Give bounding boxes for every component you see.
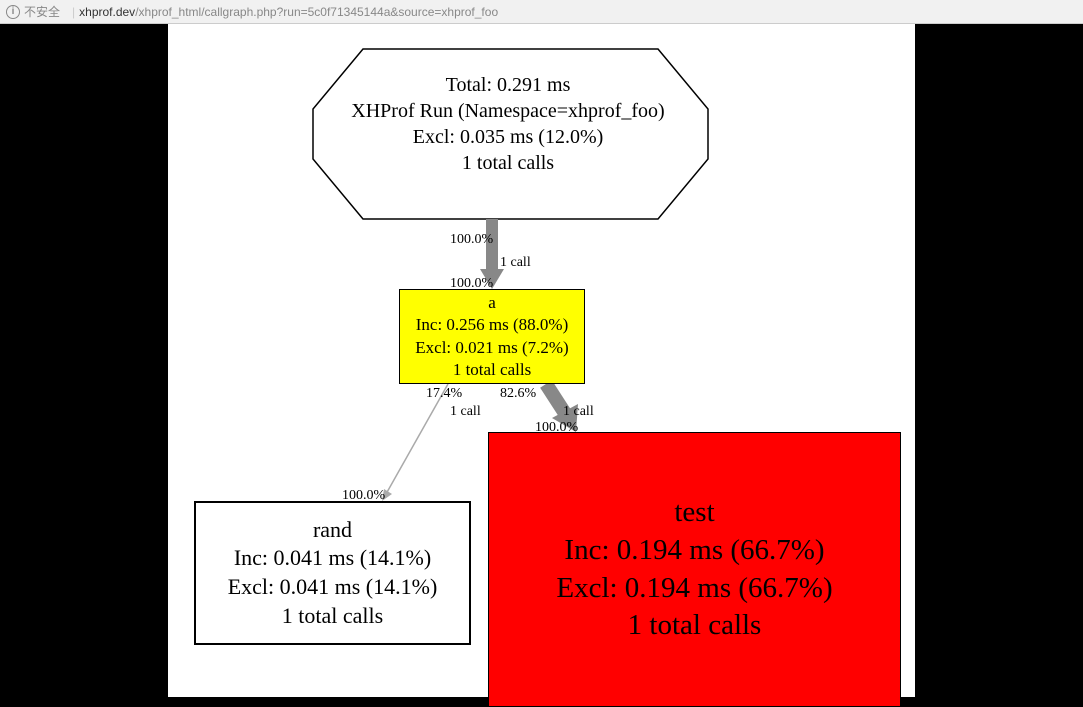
- node-test-inc: Inc: 0.194 ms (66.7%): [489, 532, 900, 570]
- callgraph-canvas: Total: 0.291 ms XHProf Run (Namespace=xh…: [168, 24, 915, 697]
- node-rand-name: rand: [196, 516, 469, 545]
- node-a[interactable]: a Inc: 0.256 ms (88.0%) Excl: 0.021 ms (…: [399, 289, 585, 384]
- root-calls: 1 total calls: [318, 150, 698, 176]
- node-test-name: test: [489, 494, 900, 532]
- security-text: 不安全: [24, 3, 60, 20]
- url-bar[interactable]: xhprof.dev/xhprof_html/callgraph.php?run…: [79, 5, 1077, 19]
- root-total: Total: 0.291 ms: [318, 72, 698, 98]
- edge-a-rand-call: 1 call: [450, 404, 481, 420]
- node-test[interactable]: test Inc: 0.194 ms (66.7%) Excl: 0.194 m…: [488, 432, 901, 707]
- security-badge: i 不安全: [6, 3, 60, 20]
- root-excl: Excl: 0.035 ms (12.0%): [318, 124, 698, 150]
- info-icon: i: [6, 5, 20, 19]
- viewport: Total: 0.291 ms XHProf Run (Namespace=xh…: [0, 24, 1083, 697]
- node-rand-calls: 1 total calls: [196, 602, 469, 631]
- url-domain: xhprof.dev: [79, 5, 135, 19]
- edge-root-a-call: 1 call: [500, 255, 531, 271]
- url-separator: |: [72, 5, 75, 19]
- edge-a-rand-out: 17.4%: [426, 386, 462, 402]
- root-namespace: XHProf Run (Namespace=xhprof_foo): [318, 98, 698, 124]
- node-rand-excl: Excl: 0.041 ms (14.1%): [196, 573, 469, 602]
- node-a-name: a: [400, 292, 584, 314]
- browser-address-bar[interactable]: i 不安全 | xhprof.dev/xhprof_html/callgraph…: [0, 0, 1083, 24]
- node-rand[interactable]: rand Inc: 0.041 ms (14.1%) Excl: 0.041 m…: [194, 501, 471, 645]
- edge-a-test-out: 82.6%: [500, 386, 536, 402]
- edge-a-test-call: 1 call: [563, 404, 594, 420]
- node-a-excl: Excl: 0.021 ms (7.2%): [400, 337, 584, 359]
- node-test-excl: Excl: 0.194 ms (66.7%): [489, 570, 900, 608]
- node-rand-inc: Inc: 0.041 ms (14.1%): [196, 544, 469, 573]
- node-a-inc: Inc: 0.256 ms (88.0%): [400, 314, 584, 336]
- url-path: /xhprof_html/callgraph.php?run=5c0f71345…: [135, 5, 498, 19]
- root-node[interactable]: Total: 0.291 ms XHProf Run (Namespace=xh…: [318, 72, 698, 176]
- edge-root-a-out: 100.0%: [450, 232, 493, 248]
- node-test-calls: 1 total calls: [489, 607, 900, 645]
- node-a-calls: 1 total calls: [400, 359, 584, 381]
